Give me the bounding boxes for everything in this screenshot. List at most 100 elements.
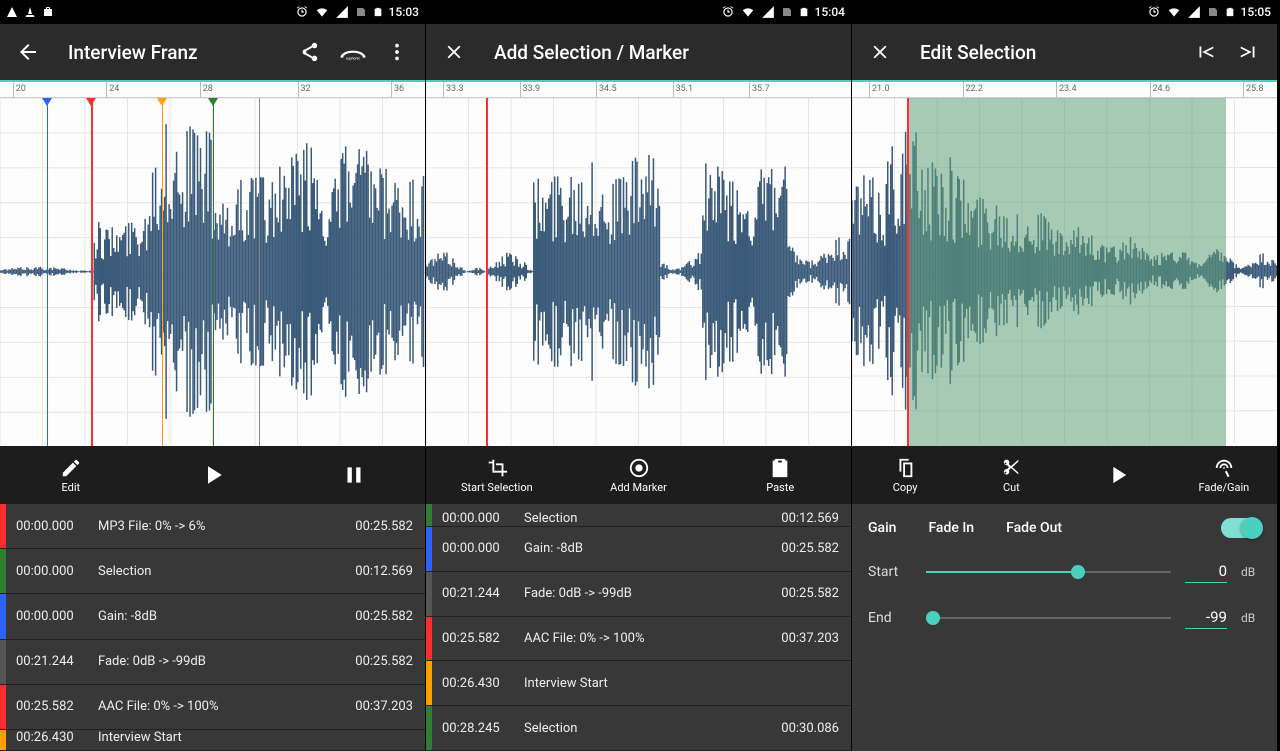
edit-list[interactable]: 00:00.000MP3 File: 0% -> 6%00:25.58200:0…: [0, 504, 425, 751]
fade-gain-button[interactable]: Fade/Gain: [1171, 446, 1277, 504]
seek-start-button[interactable]: [1185, 32, 1225, 72]
marker-icon[interactable]: [157, 98, 167, 106]
list-row[interactable]: 00:21.244Fade: 0dB -> -99dB00:25.582: [0, 640, 425, 685]
ruler-tick: 25.8: [1243, 82, 1264, 97]
edit-button[interactable]: Edit: [0, 446, 142, 504]
row-description: Fade: 0dB -> -99dB: [98, 654, 335, 669]
marker-line: [213, 98, 214, 446]
back-button[interactable]: [8, 32, 48, 72]
waveform-view[interactable]: [426, 98, 851, 446]
row-start-time: 00:21.244: [432, 586, 524, 601]
row-description: Interview Start: [524, 676, 761, 691]
ruler-tick: 33.3: [443, 82, 464, 97]
share-button[interactable]: [289, 32, 329, 72]
app-bar: Interview Franz auphonic: [0, 24, 425, 80]
list-row[interactable]: 00:00.000Gain: -8dB00:25.582: [0, 594, 425, 639]
list-row[interactable]: 00:25.582AAC File: 0% -> 100%00:37.203: [0, 685, 425, 730]
waveform-view[interactable]: [0, 98, 425, 446]
play-button[interactable]: [1065, 446, 1171, 504]
list-row[interactable]: 00:00.000Selection00:12.569: [426, 504, 851, 527]
slider-start-row: Start 0 dB: [868, 560, 1261, 584]
playhead[interactable]: [91, 98, 93, 446]
row-end-time: 00:30.086: [761, 721, 851, 736]
slider-label: Start: [868, 564, 912, 580]
edit-list[interactable]: 00:00.000Selection00:12.56900:00.000Gain…: [426, 504, 851, 751]
row-description: Selection: [98, 564, 335, 579]
alarm-icon: [1147, 5, 1161, 19]
toolbar: Edit: [0, 446, 425, 504]
ruler-tick: 24.6: [1150, 82, 1171, 97]
selection-overlay[interactable]: [907, 98, 1226, 446]
app-bar: Edit Selection: [852, 24, 1277, 80]
list-row[interactable]: 00:25.582AAC File: 0% -> 100%00:37.203: [426, 617, 851, 662]
row-description: Selection: [524, 721, 761, 736]
share-icon: [298, 41, 320, 63]
cut-button[interactable]: Cut: [958, 446, 1064, 504]
start-value[interactable]: 0: [1185, 562, 1227, 583]
close-button[interactable]: [434, 32, 474, 72]
ruler-tick: 35.7: [749, 82, 770, 97]
status-bar: 15:05: [852, 0, 1277, 24]
list-row[interactable]: 00:28.245Selection00:30.086: [426, 706, 851, 751]
list-row[interactable]: 00:00.000MP3 File: 0% -> 6%00:25.582: [0, 504, 425, 549]
marker-icon[interactable]: [42, 98, 52, 106]
start-slider[interactable]: [926, 560, 1171, 584]
copy-button[interactable]: Copy: [852, 446, 958, 504]
ruler-tick: 36: [391, 82, 404, 97]
row-start-time: 00:00.000: [6, 564, 98, 579]
start-selection-button[interactable]: Start Selection: [426, 446, 568, 504]
wifi-icon: [741, 5, 755, 19]
list-row[interactable]: 00:00.000Gain: -8dB00:25.582: [426, 527, 851, 572]
toolbar: Copy Cut Fade/Gain: [852, 446, 1277, 504]
row-description: Selection: [524, 511, 761, 526]
ruler-tick: 32: [298, 82, 311, 97]
list-row[interactable]: 00:00.000Selection00:12.569: [0, 549, 425, 594]
pause-button[interactable]: [283, 446, 425, 504]
row-start-time: 00:28.245: [432, 721, 524, 736]
row-end-time: 00:25.582: [335, 654, 425, 669]
close-button[interactable]: [860, 32, 900, 72]
time-ruler[interactable]: 21.022.223.424.625.8: [852, 80, 1277, 98]
close-icon: [443, 41, 465, 63]
wifi-icon: [315, 5, 329, 19]
status-time: 15:04: [815, 5, 845, 19]
play-button[interactable]: [142, 446, 284, 504]
alarm-icon: [295, 5, 309, 19]
ruler-tick: 28: [200, 82, 213, 97]
marker-icon[interactable]: [208, 98, 218, 106]
battery-icon: [799, 5, 809, 19]
time-ruler[interactable]: 33.333.934.535.135.7: [426, 80, 851, 98]
list-row[interactable]: 00:26.430Interview Start: [0, 730, 425, 751]
auphonic-button[interactable]: auphonic: [333, 32, 373, 72]
marker-icon[interactable]: [86, 98, 96, 106]
marker-line: [162, 98, 163, 446]
toolbtn-label: Paste: [766, 481, 794, 494]
row-description: Gain: -8dB: [98, 609, 335, 624]
playhead[interactable]: [907, 98, 909, 446]
tab-gain[interactable]: Gain: [868, 520, 896, 536]
crop-icon: [486, 457, 508, 479]
playhead[interactable]: [486, 98, 488, 446]
row-start-time: 00:26.430: [6, 730, 98, 745]
list-row[interactable]: 00:21.244Fade: 0dB -> -99dB00:25.582: [426, 572, 851, 617]
toolbtn-label: Edit: [62, 481, 81, 494]
marker-line: [47, 98, 48, 446]
row-end-time: 00:25.582: [761, 586, 851, 601]
end-value[interactable]: -99: [1185, 608, 1227, 629]
seek-end-button[interactable]: [1229, 32, 1269, 72]
page-title: Interview Franz: [60, 41, 277, 64]
row-end-time: 00:25.582: [335, 519, 425, 534]
more-button[interactable]: [377, 32, 417, 72]
list-row[interactable]: 00:26.430Interview Start: [426, 661, 851, 706]
end-slider[interactable]: [926, 606, 1171, 630]
row-end-time: 00:25.582: [761, 541, 851, 556]
fade-toggle[interactable]: [1221, 518, 1261, 538]
time-ruler[interactable]: 2024283236: [0, 80, 425, 98]
paste-button[interactable]: Paste: [709, 446, 851, 504]
waveform-view[interactable]: [852, 98, 1277, 446]
row-end-time: 00:12.569: [761, 511, 851, 526]
row-description: Gain: -8dB: [524, 541, 761, 556]
add-marker-button[interactable]: Add Marker: [568, 446, 710, 504]
tab-fade-in[interactable]: Fade In: [928, 520, 974, 536]
tab-fade-out[interactable]: Fade Out: [1006, 520, 1062, 536]
